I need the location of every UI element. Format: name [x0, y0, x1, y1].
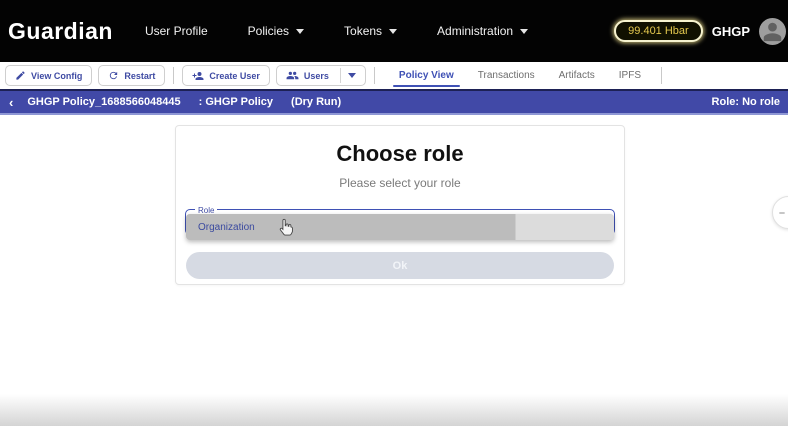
- guardian-app: Guardian User Profile Policies Tokens Ad…: [0, 0, 788, 426]
- view-config-label: View Config: [31, 71, 82, 81]
- edge-collapse-button[interactable]: [772, 196, 788, 229]
- ok-button[interactable]: Ok: [186, 252, 614, 279]
- users-dropdown-button[interactable]: Users: [276, 65, 366, 86]
- top-header: Guardian User Profile Policies Tokens Ad…: [0, 0, 788, 62]
- policy-toolbar: View Config Restart Create User Users: [0, 62, 788, 89]
- nav-tokens[interactable]: Tokens: [344, 24, 397, 38]
- account-name: GHGP: [712, 24, 750, 39]
- chevron-down-icon: [348, 73, 356, 78]
- restart-label: Restart: [124, 71, 155, 81]
- view-tabs: Policy View Transactions Artifacts IPFS: [387, 62, 653, 89]
- nav-tokens-label: Tokens: [344, 24, 382, 38]
- role-select-label: Role: [195, 207, 217, 214]
- nav-user-profile[interactable]: User Profile: [145, 24, 208, 38]
- policy-mode-badge: (Dry Run): [291, 96, 341, 108]
- tab-transactions[interactable]: Transactions: [466, 62, 547, 89]
- role-option-organization[interactable]: Organization: [186, 214, 614, 240]
- tab-policy-view[interactable]: Policy View: [387, 62, 466, 89]
- toolbar-divider: [173, 67, 174, 84]
- restart-icon: [108, 70, 119, 81]
- policy-id: GHGP Policy_1688566048445: [27, 96, 180, 108]
- tab-ipfs-label: IPFS: [619, 70, 641, 81]
- header-right: 99.401 Hbar GHGP: [614, 18, 786, 45]
- chevron-down-icon: [389, 29, 397, 34]
- nav-policies[interactable]: Policies: [248, 24, 304, 38]
- tab-ipfs[interactable]: IPFS: [607, 62, 653, 89]
- chevron-down-icon: [520, 29, 528, 34]
- nav-policies-label: Policies: [248, 24, 289, 38]
- tab-artifacts-label: Artifacts: [559, 70, 595, 81]
- nav-user-profile-label: User Profile: [145, 24, 208, 38]
- policy-header-bar: ‹ GHGP Policy_1688566048445 : GHGP Polic…: [0, 89, 788, 115]
- role-select-wrap: Role Organization: [185, 206, 615, 234]
- create-user-label: Create User: [209, 71, 260, 81]
- guardian-logo: Guardian: [8, 18, 113, 45]
- users-caret-section[interactable]: [340, 68, 356, 83]
- nav-administration-label: Administration: [437, 24, 513, 38]
- users-label: Users: [304, 71, 329, 81]
- users-icon: [286, 69, 299, 82]
- view-config-button[interactable]: View Config: [5, 65, 92, 86]
- back-chevron-icon[interactable]: ‹: [9, 95, 13, 110]
- nav-administration[interactable]: Administration: [437, 24, 528, 38]
- dialog-title: Choose role: [176, 141, 624, 167]
- role-status: Role: No role: [712, 96, 780, 108]
- minus-icon: [778, 209, 786, 217]
- policy-name: : GHGP Policy: [199, 96, 273, 108]
- toolbar-divider: [661, 67, 662, 84]
- hbar-balance-badge: 99.401 Hbar: [614, 20, 703, 42]
- pencil-icon: [15, 70, 26, 81]
- dialog-subtitle: Please select your role: [176, 176, 624, 190]
- tab-transactions-label: Transactions: [478, 70, 535, 81]
- tab-policy-view-label: Policy View: [399, 70, 454, 81]
- toolbar-divider: [374, 67, 375, 84]
- tab-artifacts[interactable]: Artifacts: [547, 62, 607, 89]
- person-add-icon: [192, 70, 204, 82]
- role-dropdown-panel: Organization: [186, 214, 614, 240]
- chevron-down-icon: [296, 29, 304, 34]
- create-user-button[interactable]: Create User: [182, 65, 270, 86]
- restart-button[interactable]: Restart: [98, 65, 165, 86]
- bottom-gradient-bar: [0, 394, 788, 426]
- main-nav: User Profile Policies Tokens Administrat…: [145, 24, 528, 38]
- user-avatar-icon[interactable]: [759, 18, 786, 45]
- choose-role-card: Choose role Please select your role Role…: [175, 125, 625, 285]
